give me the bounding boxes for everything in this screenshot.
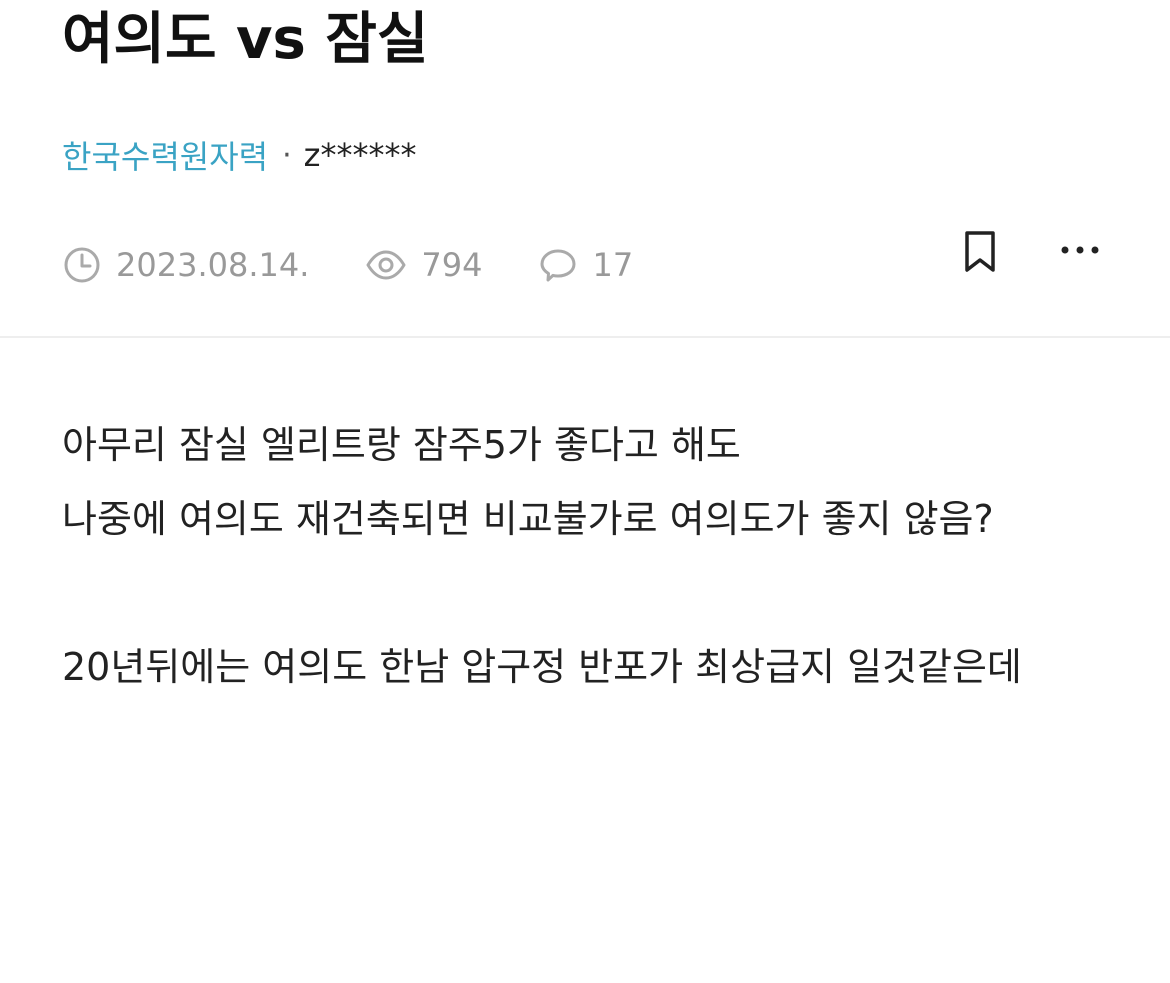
post-meta: 2023.08.14. 794 17	[62, 242, 633, 288]
post-title: 여의도 vs 잠실	[62, 7, 429, 72]
post-body: 아무리 잠실 엘리트랑 잠주5가 좋다고 해도 나중에 여의도 재건축되면 비교…	[62, 408, 1102, 704]
post-date: 2023.08.14.	[62, 245, 309, 285]
author-line: 한국수력원자력 · z******	[62, 133, 416, 177]
post-comments[interactable]: 17	[538, 245, 633, 285]
post-page: 여의도 vs 잠실 한국수력원자력 · z****** 2023.08.14. …	[0, 0, 1170, 983]
header-divider	[0, 336, 1170, 338]
post-comments-count: 17	[592, 246, 634, 284]
post-date-text: 2023.08.14.	[116, 246, 310, 284]
bookmark-button[interactable]	[956, 228, 1004, 276]
post-views: 794	[365, 245, 482, 285]
body-paragraph: 아무리 잠실 엘리트랑 잠주5가 좋다고 해도 나중에 여의도 재건축되면 비교…	[62, 423, 994, 541]
body-paragraph: 20년뒤에는 여의도 한남 압구정 반포가 최상급지 일것같은데	[62, 645, 1022, 689]
speech-bubble-icon	[540, 249, 576, 282]
bookmark-icon	[965, 231, 995, 272]
more-dots-icon	[1061, 246, 1099, 254]
post-views-count: 794	[421, 246, 483, 284]
company-link[interactable]: 한국수력원자력	[62, 132, 268, 178]
clock-icon	[64, 247, 100, 283]
more-button[interactable]	[1056, 226, 1104, 274]
author-username: z******	[303, 136, 417, 174]
separator-dot: ·	[282, 137, 292, 173]
eye-icon	[366, 250, 406, 280]
